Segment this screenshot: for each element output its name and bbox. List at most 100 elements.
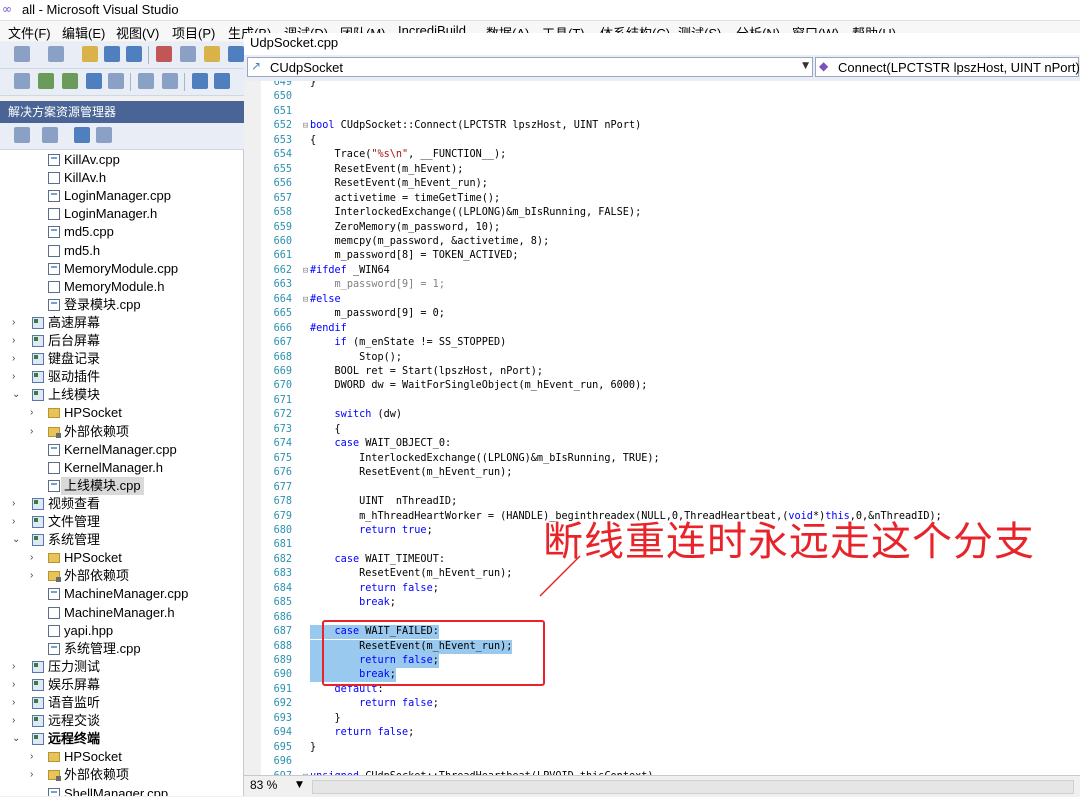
fold-toggle-icon[interactable]: ⊟ — [301, 119, 310, 133]
code-text[interactable]: { — [310, 134, 316, 148]
tree-item[interactable]: › HPSocket — [0, 549, 243, 567]
save-icon[interactable] — [104, 46, 120, 62]
copy-icon[interactable] — [180, 46, 196, 62]
code-text[interactable]: UINT nThreadID; — [310, 495, 457, 509]
expand-arrow-icon[interactable]: › — [12, 712, 24, 730]
tree-item[interactable]: ⌄ 上线模块 — [0, 386, 243, 404]
code-text[interactable]: ZeroMemory(m_password, 10); — [310, 221, 501, 235]
tree-item[interactable]: ShellManager.cpp — [0, 785, 243, 796]
tree-item[interactable]: › 娱乐屏幕 — [0, 676, 243, 694]
collapse-arrow-icon[interactable]: ⌄ — [12, 386, 24, 404]
code-text[interactable]: if (m_enState != SS_STOPPED) — [310, 336, 507, 350]
tree-item[interactable]: › 后台屏幕 — [0, 332, 243, 350]
expand-arrow-icon[interactable]: › — [12, 513, 24, 531]
expand-arrow-icon[interactable]: › — [12, 694, 24, 712]
tree-item[interactable]: MachineManager.cpp — [0, 585, 243, 603]
expand-arrow-icon[interactable]: › — [12, 332, 24, 350]
chevron-down-icon[interactable]: ▼ — [296, 780, 303, 790]
code-text[interactable]: } — [310, 741, 316, 755]
code-text[interactable]: } — [310, 712, 341, 726]
code-text[interactable]: } — [310, 81, 316, 90]
word-completion-icon[interactable] — [86, 73, 102, 89]
fold-toggle-icon[interactable]: ⊟ — [301, 264, 310, 278]
code-text[interactable]: ResetEvent(m_hEvent_run); — [310, 466, 512, 480]
code-text[interactable]: #else — [310, 293, 341, 307]
tree-item[interactable]: › 高速屏幕 — [0, 314, 243, 332]
class-diagram-icon[interactable] — [96, 127, 112, 143]
tree-item[interactable]: › HPSocket — [0, 404, 243, 422]
tree-item[interactable]: md5.h — [0, 242, 243, 260]
tree-item[interactable]: › HPSocket — [0, 748, 243, 766]
expand-arrow-icon[interactable]: › — [12, 676, 24, 694]
code-text[interactable]: InterlockedExchange((LPLONG)&m_bIsRunnin… — [310, 452, 660, 466]
code-text[interactable]: return false; — [310, 726, 415, 740]
horizontal-scrollbar[interactable] — [312, 780, 1074, 794]
expand-arrow-icon[interactable]: › — [12, 658, 24, 676]
tree-item[interactable]: › 外部依赖项 — [0, 423, 243, 441]
expand-arrow-icon[interactable]: › — [12, 350, 24, 368]
code-text[interactable]: return true; — [310, 524, 433, 538]
expand-arrow-icon[interactable]: › — [30, 748, 42, 766]
code-text[interactable]: bool CUdpSocket::Connect(LPCTSTR lpszHos… — [310, 119, 641, 133]
tree-item[interactable]: MachineManager.h — [0, 604, 243, 622]
collapse-arrow-icon[interactable]: ⌄ — [12, 531, 24, 549]
expand-arrow-icon[interactable]: › — [12, 495, 24, 513]
tree-item[interactable]: › 外部依赖项 — [0, 766, 243, 784]
view-code-icon[interactable] — [74, 127, 90, 143]
tree-item[interactable]: › 外部依赖项 — [0, 567, 243, 585]
undo-icon[interactable] — [228, 46, 244, 62]
menu-item[interactable]: 编辑(E) — [62, 23, 105, 42]
tree-item[interactable]: md5.cpp — [0, 223, 243, 241]
code-text[interactable]: #ifdef _WIN64 — [310, 264, 390, 278]
tree-item[interactable]: KernelManager.cpp — [0, 441, 243, 459]
code-text[interactable]: m_password[9] = 0; — [310, 307, 445, 321]
tree-item[interactable]: MemoryModule.cpp — [0, 260, 243, 278]
tree-item[interactable]: KernelManager.h — [0, 459, 243, 477]
code-text[interactable]: memcpy(m_password, &activetime, 8); — [310, 235, 550, 249]
tree-item[interactable]: › 视频查看 — [0, 495, 243, 513]
expand-arrow-icon[interactable]: › — [30, 766, 42, 784]
save-all-icon[interactable] — [126, 46, 142, 62]
uncomment-lines-icon[interactable] — [214, 73, 230, 89]
tree-item[interactable]: 系统管理.cpp — [0, 640, 243, 658]
tree-item[interactable]: LoginManager.cpp — [0, 187, 243, 205]
code-text[interactable]: { — [310, 423, 341, 437]
tree-item[interactable]: LoginManager.h — [0, 205, 243, 223]
expand-arrow-icon[interactable]: › — [12, 314, 24, 332]
new-project-icon[interactable] — [14, 46, 30, 62]
cut-icon[interactable] — [156, 46, 172, 62]
code-text[interactable]: return false; — [310, 582, 439, 596]
expand-arrow-icon[interactable]: › — [30, 404, 42, 422]
tree-item[interactable]: 登录模块.cpp — [0, 296, 243, 314]
code-text[interactable]: ResetEvent(m_hEvent_run); — [310, 567, 512, 581]
decrease-indent-icon[interactable] — [138, 73, 154, 89]
tree-item[interactable]: › 压力测试 — [0, 658, 243, 676]
expand-arrow-icon[interactable]: › — [12, 368, 24, 386]
code-text[interactable]: Stop(); — [310, 351, 402, 365]
tab-udpsocket-cpp[interactable]: UdpSocket.cpp — [250, 35, 338, 50]
class-dropdown[interactable]: ↗ CUdpSocket ▼ — [247, 57, 813, 77]
fold-toggle-icon[interactable]: ⊟ — [301, 293, 310, 307]
chevron-down-icon[interactable]: ▼ — [802, 61, 809, 71]
properties-icon[interactable] — [14, 127, 30, 143]
parameter-info-icon[interactable] — [62, 73, 78, 89]
code-text[interactable]: BOOL ret = Start(lpszHost, nPort); — [310, 365, 544, 379]
collapse-arrow-icon[interactable]: ⌄ — [12, 730, 24, 748]
comment-lines-icon[interactable] — [192, 73, 208, 89]
tree-item[interactable]: › 文件管理 — [0, 513, 243, 531]
code-text[interactable]: m_password[9] = 1; — [310, 278, 445, 292]
code-text[interactable]: #endif — [310, 322, 347, 336]
add-item-icon[interactable] — [48, 46, 64, 62]
tree-item[interactable]: › 语音监听 — [0, 694, 243, 712]
menu-item[interactable]: 项目(P) — [172, 23, 215, 42]
code-text[interactable]: m_password[8] = TOKEN_ACTIVED; — [310, 249, 519, 263]
open-folder-icon[interactable] — [82, 46, 98, 62]
tree-item[interactable]: ⌄ 远程终端 — [0, 730, 243, 748]
code-text[interactable]: InterlockedExchange((LPLONG)&m_bIsRunnin… — [310, 206, 642, 220]
code-text[interactable]: return false; — [310, 697, 439, 711]
tree-item[interactable]: 上线模块.cpp — [0, 476, 243, 495]
menu-item[interactable]: 视图(V) — [116, 23, 159, 42]
increase-indent-icon[interactable] — [162, 73, 178, 89]
expand-arrow-icon[interactable]: › — [30, 549, 42, 567]
expand-arrow-icon[interactable]: › — [30, 423, 42, 441]
